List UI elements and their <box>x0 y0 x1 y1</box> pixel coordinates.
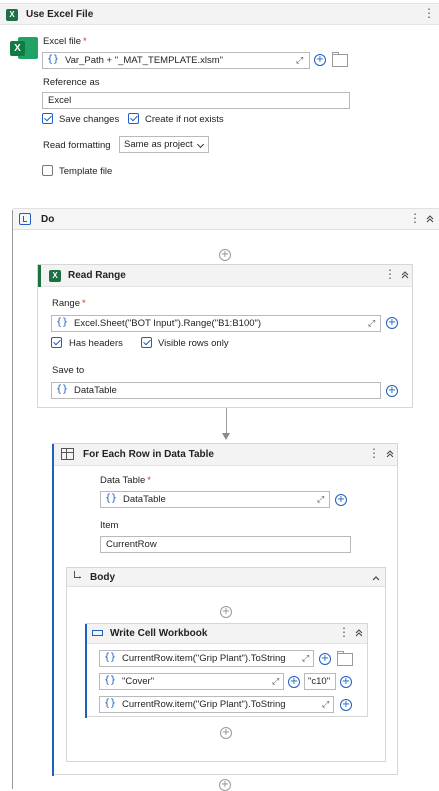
cell-input[interactable]: "c10" <box>304 673 336 690</box>
has-headers-label: Has headers <box>69 338 123 349</box>
use-excel-header[interactable]: X Use Excel File ⋮ <box>0 3 439 25</box>
for-each-row-activity: For Each Row in Data Table ⋮ Data Table *… <box>52 443 398 776</box>
body-title: Body <box>90 572 115 583</box>
chevron-up-icon[interactable] <box>371 573 381 583</box>
read-formatting-label: Read formatting <box>43 140 111 151</box>
range-input[interactable]: {} Excel.Sheet("BOT Input").Range("B1:B1… <box>51 315 381 332</box>
connector-line <box>226 408 227 434</box>
template-file-label: Template file <box>59 166 113 177</box>
sequence-icon <box>19 213 31 225</box>
read-range-title: Read Range <box>68 270 126 281</box>
excel-small-icon: X <box>6 9 18 21</box>
excel-small-icon <box>38 265 41 287</box>
collapse-icon[interactable] <box>354 628 364 638</box>
read-range-activity: X Read Range ⋮ Range * {} Excel.Sheet("BO… <box>37 264 413 408</box>
add-variable-icon[interactable]: + <box>340 699 352 711</box>
add-variable-icon[interactable]: + <box>386 317 398 329</box>
read-formatting-select[interactable]: Same as project <box>119 136 209 153</box>
use-excel-title: Use Excel File <box>26 9 94 20</box>
create-if-not-exists-checkbox[interactable] <box>128 113 139 124</box>
sheet-name-input[interactable]: {} "Cover" ⤢ <box>99 673 284 690</box>
range-label: Range * <box>52 298 86 309</box>
more-options-icon[interactable]: ⋮ <box>423 7 435 19</box>
insert-activity-icon[interactable]: + <box>219 779 231 791</box>
save-to-label: Save to <box>52 365 85 376</box>
expand-editor-icon[interactable]: ⤢ <box>272 676 279 687</box>
for-each-header[interactable]: For Each Row in Data Table ⋮ <box>54 444 397 466</box>
use-excel-file-activity: X Use Excel File ⋮ X Excel file * {} Var_… <box>0 0 439 200</box>
table-loop-icon <box>61 448 74 460</box>
expand-editor-icon[interactable]: ⤢ <box>302 653 309 664</box>
add-variable-icon[interactable]: + <box>314 54 326 66</box>
data-table-input[interactable]: {} DataTable ⤢ <box>100 491 330 508</box>
excel-file-input[interactable]: {} Var_Path + "_MAT_TEMPLATE.xlsm" ⤢ <box>42 52 310 69</box>
write-cell-title: Write Cell Workbook <box>110 628 208 639</box>
expand-editor-icon[interactable]: ⤢ <box>368 318 375 329</box>
read-range-more-icon[interactable]: ⋮ <box>384 268 396 280</box>
data-table-label: Data Table * <box>100 475 151 486</box>
reference-as-input[interactable]: Excel <box>42 92 350 109</box>
for-each-title: For Each Row in Data Table <box>83 449 214 460</box>
has-headers-checkbox[interactable] <box>51 337 62 348</box>
add-variable-icon[interactable]: + <box>340 676 352 688</box>
expand-editor-icon[interactable]: ⤢ <box>322 699 329 710</box>
collapse-icon[interactable] <box>400 270 410 280</box>
value-input[interactable]: {} CurrentRow.item("Grip Plant").ToStrin… <box>99 696 334 713</box>
for-each-left-bar <box>52 444 54 776</box>
insert-activity-icon[interactable]: + <box>219 249 231 261</box>
create-if-not-exists-label: Create if not exists <box>145 114 224 125</box>
body-container: › Body + Write Cell Workbook ⋮ {} Curren… <box>66 567 386 762</box>
excel-icon: X <box>49 270 61 282</box>
expand-editor-icon[interactable]: ⤢ <box>317 494 324 505</box>
insert-activity-icon[interactable]: + <box>220 727 232 739</box>
add-variable-icon[interactable]: + <box>335 494 347 506</box>
item-input[interactable]: CurrentRow <box>100 536 351 553</box>
write-cell-workbook-activity: Write Cell Workbook ⋮ {} CurrentRow.item… <box>85 623 368 718</box>
do-left-border <box>12 210 13 789</box>
browse-folder-icon[interactable] <box>332 52 348 67</box>
add-variable-icon[interactable]: + <box>386 385 398 397</box>
browse-folder-icon[interactable] <box>337 651 353 666</box>
do-title: Do <box>41 214 55 225</box>
add-variable-icon[interactable]: + <box>288 676 300 688</box>
excel-icon: X <box>10 35 38 61</box>
add-variable-icon[interactable]: + <box>319 653 331 665</box>
excel-file-label: Excel file * <box>43 36 87 47</box>
collapse-icon[interactable] <box>425 214 435 224</box>
insert-activity-icon[interactable]: + <box>220 606 232 618</box>
save-changes-checkbox[interactable] <box>42 113 53 124</box>
workbook-path-input[interactable]: {} CurrentRow.item("Grip Plant").ToStrin… <box>99 650 314 667</box>
write-cell-icon <box>92 630 103 636</box>
collapse-icon[interactable] <box>385 449 395 459</box>
save-to-input[interactable]: {} DataTable <box>51 382 381 399</box>
visible-rows-checkbox[interactable] <box>141 337 152 348</box>
item-label: Item <box>100 520 119 531</box>
write-cell-more-icon[interactable]: ⋮ <box>338 626 350 638</box>
reference-as-label: Reference as <box>43 77 100 88</box>
do-more-options-icon[interactable]: ⋮ <box>409 212 421 224</box>
chevron-down-icon <box>196 140 205 149</box>
save-changes-label: Save changes <box>59 114 120 125</box>
write-cell-header[interactable]: Write Cell Workbook ⋮ <box>87 624 367 644</box>
expand-editor-icon[interactable]: ⤢ <box>296 55 303 66</box>
for-each-more-icon[interactable]: ⋮ <box>368 447 380 459</box>
body-header[interactable]: › Body <box>67 568 385 587</box>
connector-arrow-icon <box>222 433 230 440</box>
do-header[interactable]: Do ⋮ <box>13 208 439 230</box>
template-file-checkbox[interactable] <box>42 165 53 176</box>
visible-rows-label: Visible rows only <box>158 338 229 349</box>
read-range-header[interactable]: X Read Range ⋮ <box>38 265 412 287</box>
